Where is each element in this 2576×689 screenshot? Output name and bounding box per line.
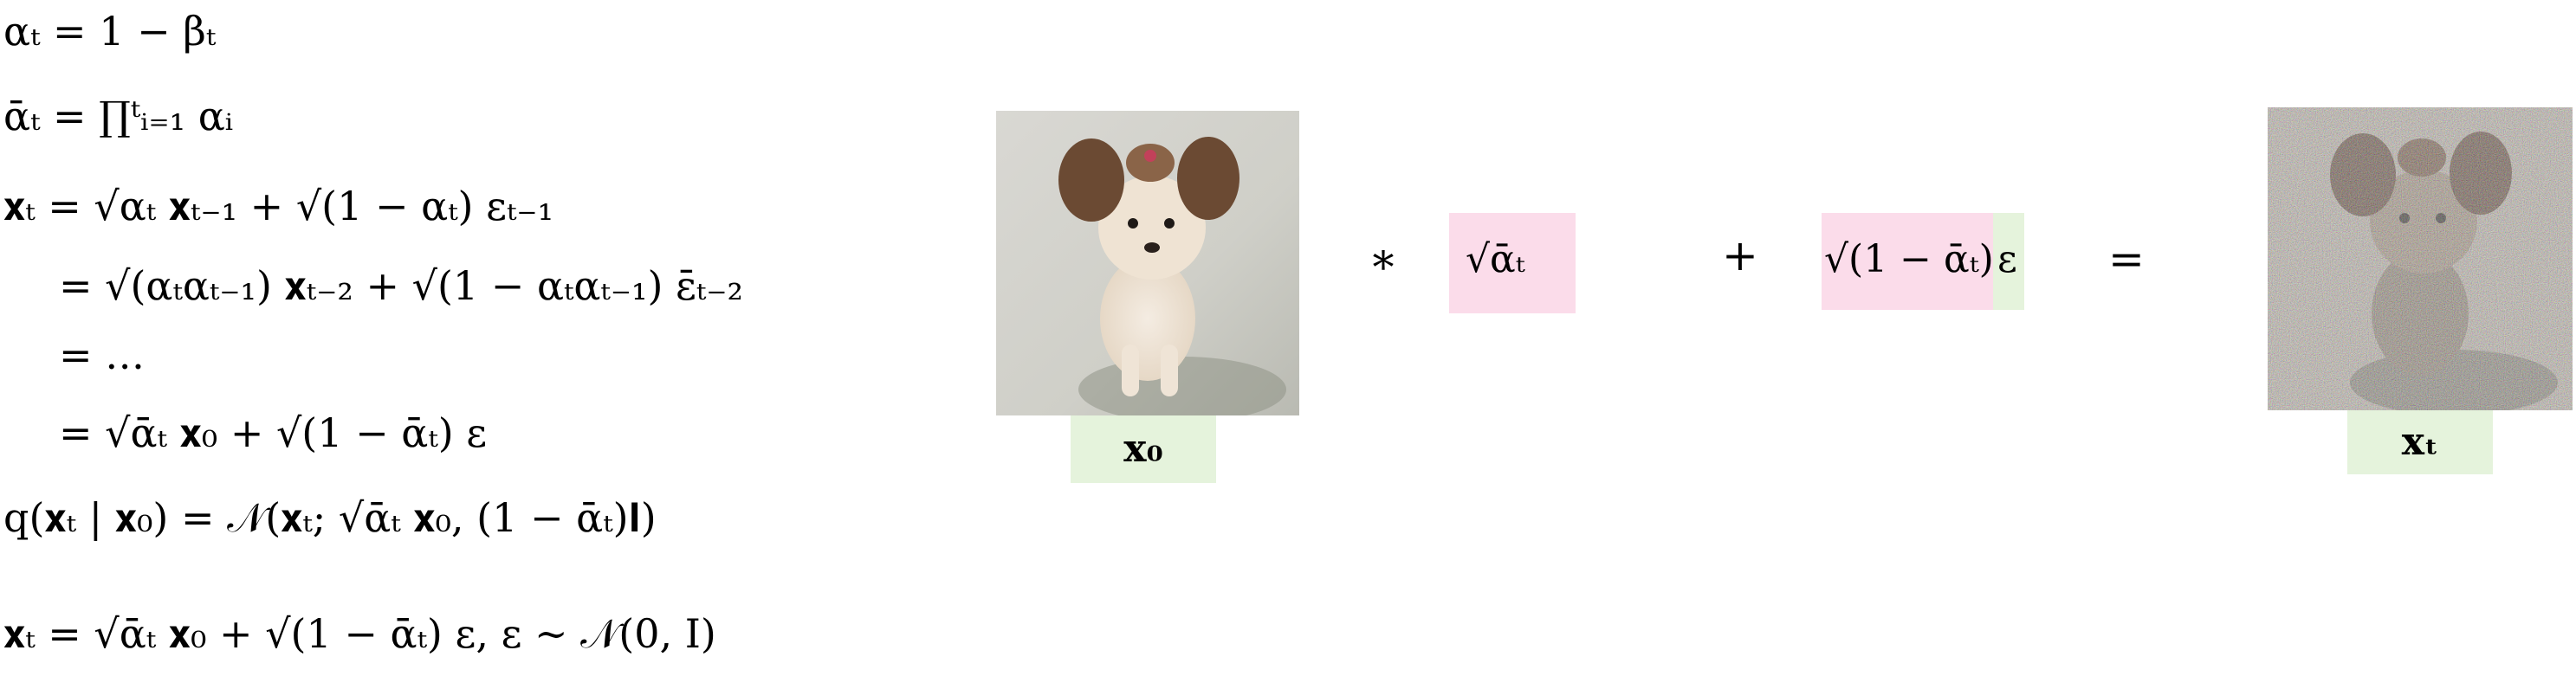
- noise-epsilon-text: ε: [1997, 237, 2017, 281]
- equation-xt-step: 𝐱ₜ = √αₜ 𝐱ₜ₋₁ + √(1 − αₜ) εₜ₋₁: [3, 183, 554, 229]
- noisy-dog-image: [2268, 107, 2573, 410]
- multiply-operator: ∗: [1369, 234, 1398, 284]
- equation-reparameterization: 𝐱ₜ = √ᾱₜ 𝐱₀ + √(1 − ᾱₜ) ε, ε ∼ 𝒩(0, I): [3, 610, 716, 657]
- scale-term-text: √ᾱₜ: [1466, 237, 1525, 281]
- equation-derivation: αₜ = 1 − βₜ ᾱₜ = ∏ᵗᵢ₌₁ αᵢ 𝐱ₜ = √αₜ 𝐱ₜ₋₁ …: [3, 0, 922, 689]
- equation-alpha-bar-def: ᾱₜ = ∏ᵗᵢ₌₁ αᵢ: [3, 93, 234, 139]
- equals-operator: =: [2108, 234, 2145, 284]
- xt-label: 𝐱ₜ: [2347, 410, 2493, 474]
- clean-dog-image: [996, 111, 1299, 415]
- plus-operator: +: [1722, 230, 1758, 280]
- x0-label: 𝐱₀: [1071, 415, 1216, 483]
- equation-ellipsis: = …: [59, 332, 146, 378]
- equation-xt-two-steps: = √(αₜαₜ₋₁) 𝐱ₜ₋₂ + √(1 − αₜαₜ₋₁) ε̄ₜ₋₂: [59, 262, 743, 309]
- noise-scale-text: √(1 − ᾱₜ): [1824, 237, 1994, 281]
- equation-q-distribution: q(𝐱ₜ | 𝐱₀) = 𝒩(𝐱ₜ; √ᾱₜ 𝐱₀, (1 − ᾱₜ)𝐈): [3, 494, 657, 541]
- equation-xt-closed-form: = √ᾱₜ 𝐱₀ + √(1 − ᾱₜ) ε: [59, 409, 488, 456]
- equation-alpha-def: αₜ = 1 − βₜ: [3, 8, 217, 55]
